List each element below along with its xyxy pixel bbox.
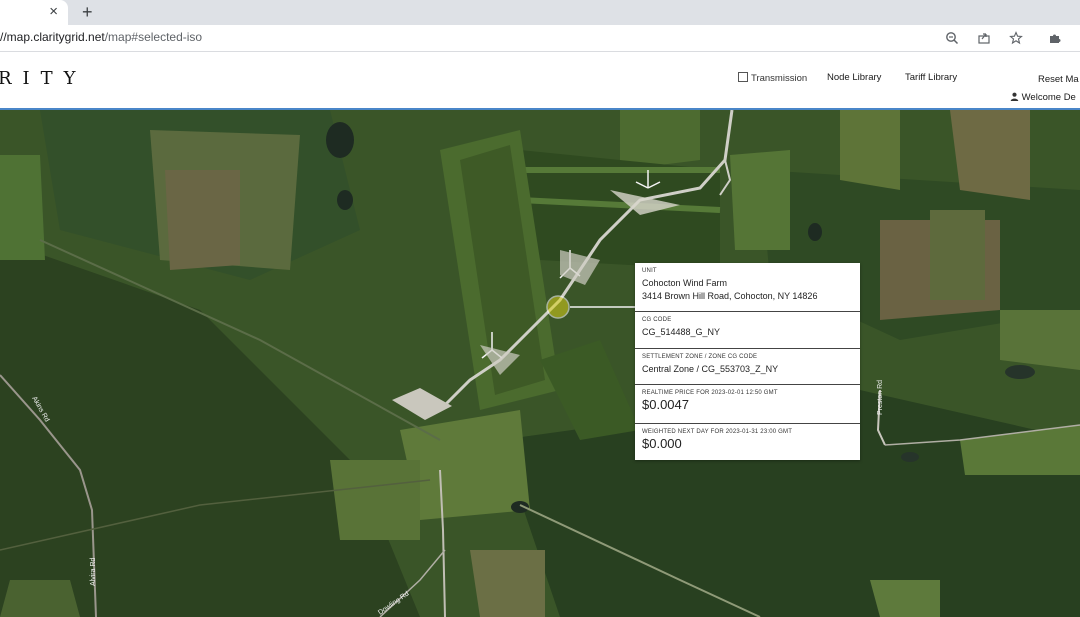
transmission-checkbox[interactable] [738, 72, 748, 82]
road-label-preston: Preston Rd [877, 380, 884, 415]
close-tab-icon[interactable]: × [49, 3, 58, 21]
reset-map-button[interactable]: Reset Ma [1038, 74, 1079, 85]
welcome-label: Welcome De [1021, 92, 1076, 103]
next-day-price-section: WEIGHTED NEXT DAY FOR 2023-01-31 23:00 G… [635, 424, 860, 460]
map-imagery: Preston Rd Akins Rd Alvira Rd Dowling Rd [0, 110, 1080, 617]
bookmark-star-icon[interactable] [1007, 29, 1025, 47]
realtime-price-value: $0.0047 [642, 397, 689, 412]
unit-info-panel: UNIT Cohocton Wind Farm 3414 Brown Hill … [635, 263, 860, 460]
extensions-puzzle-icon[interactable] [1046, 29, 1064, 47]
satellite-map[interactable]: Preston Rd Akins Rd Alvira Rd Dowling Rd… [0, 110, 1080, 617]
user-icon [1010, 92, 1019, 101]
share-icon[interactable] [975, 29, 993, 47]
next-day-price-value: $0.000 [642, 436, 682, 451]
transmission-label: Transmission [751, 73, 808, 84]
browser-tab-bar: × + [0, 0, 1080, 25]
browser-tab[interactable]: × [0, 0, 68, 25]
unit-name: Cohocton Wind Farm [642, 278, 728, 288]
selected-unit-marker[interactable] [546, 295, 570, 319]
app-header: RITY Transmission Node Library Tariff Li… [0, 52, 1080, 110]
unit-address: 3414 Brown Hill Road, Cohocton, NY 14826 [642, 291, 818, 301]
realtime-price-section: REALTIME PRICE FOR 2023-02-01 12:50 GMT … [635, 385, 860, 424]
unit-section: UNIT Cohocton Wind Farm 3414 Brown Hill … [635, 263, 860, 312]
cg-code-label: CG CODE [642, 317, 672, 323]
zone-section: SETTLEMENT ZONE / ZONE CG CODE Central Z… [635, 349, 860, 385]
realtime-price-label: REALTIME PRICE FOR 2023-02-01 12:50 GMT [642, 390, 778, 396]
next-day-price-label: WEIGHTED NEXT DAY FOR 2023-01-31 23:00 G… [642, 429, 793, 435]
tariff-library-link[interactable]: Tariff Library [905, 72, 957, 83]
new-tab-button[interactable]: + [82, 2, 93, 22]
welcome-user[interactable]: Welcome De [1010, 92, 1076, 103]
transmission-toggle[interactable]: Transmission [738, 72, 807, 84]
clarity-logo[interactable]: RITY [0, 68, 87, 89]
zoom-out-icon[interactable] [943, 29, 961, 47]
road-label-alvira: Alvira Rd [90, 557, 97, 586]
address-bar[interactable]: //map.claritygrid.net/map#selected-iso [0, 25, 1080, 52]
unit-label: UNIT [642, 268, 657, 274]
zone-label: SETTLEMENT ZONE / ZONE CG CODE [642, 354, 758, 360]
url-field[interactable]: //map.claritygrid.net/map#selected-iso [0, 30, 202, 44]
cg-code-value: CG_514488_G_NY [642, 327, 721, 337]
cg-code-section: CG CODE CG_514488_G_NY [635, 312, 860, 349]
url-path: /map#selected-iso [104, 30, 203, 44]
url-host: //map.claritygrid.net [0, 30, 105, 44]
zone-value: Central Zone / CG_553703_Z_NY [642, 364, 779, 374]
node-library-link[interactable]: Node Library [827, 72, 881, 83]
